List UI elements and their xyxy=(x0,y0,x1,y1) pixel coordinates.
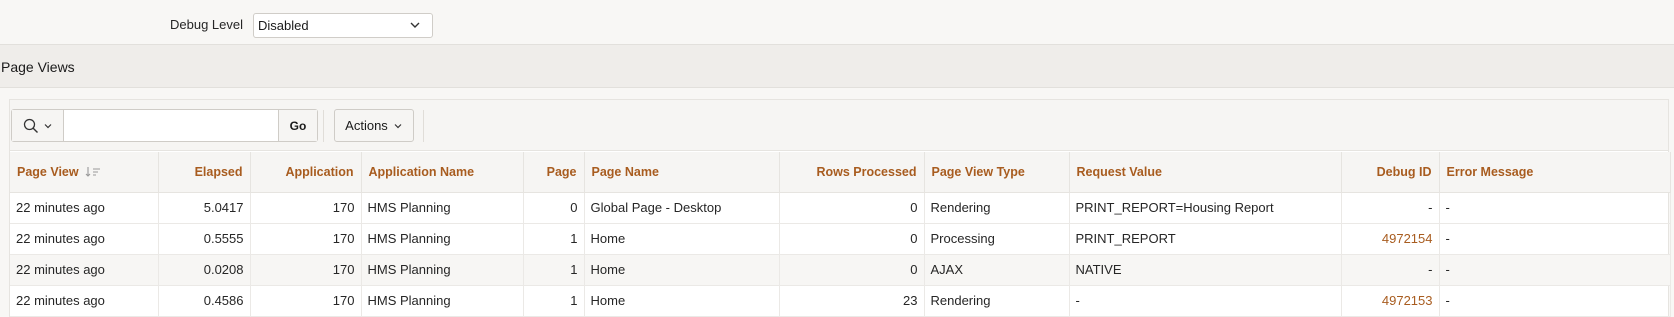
table-row: 22 minutes ago 0.5555 170 HMS Planning 1… xyxy=(10,223,1671,255)
cell-elapsed: 0.5555 xyxy=(158,223,251,255)
cell-page-view: 22 minutes ago xyxy=(10,285,159,317)
column-header-request-value[interactable]: Request Value xyxy=(1069,152,1342,193)
region-header: Page Views xyxy=(0,45,1674,88)
toolbar-divider xyxy=(423,110,424,142)
cell-page: 0 xyxy=(523,192,585,224)
chevron-down-icon xyxy=(44,123,51,128)
cell-page: 1 xyxy=(523,223,585,255)
cell-rows-processed: 0 xyxy=(779,223,925,255)
cell-application-name: HMS Planning xyxy=(361,192,524,224)
cell-page-name: Home xyxy=(584,223,780,255)
table-row: 22 minutes ago 0.0208 170 HMS Planning 1… xyxy=(10,254,1671,286)
cell-page-name: Global Page - Desktop xyxy=(584,192,780,224)
cell-error-message: - xyxy=(1439,192,1671,224)
cell-page: 1 xyxy=(523,254,585,286)
region-title: Page Views xyxy=(1,59,75,75)
cell-elapsed: 5.0417 xyxy=(158,192,251,224)
cell-request-value: NATIVE xyxy=(1069,254,1342,286)
chevron-down-icon xyxy=(394,123,402,128)
cell-page-view: 22 minutes ago xyxy=(10,223,159,255)
chevron-down-icon xyxy=(410,22,420,28)
search-column-button[interactable] xyxy=(12,110,64,141)
page-views-table: Page View Elapsed Application Applicatio… xyxy=(10,152,1671,317)
cell-request-value: PRINT_REPORT=Housing Report xyxy=(1069,192,1342,224)
debug-id-link[interactable]: 4972154 xyxy=(1341,223,1440,255)
column-header-page-view[interactable]: Page View xyxy=(10,152,159,193)
cell-elapsed: 0.4586 xyxy=(158,285,251,317)
actions-label: Actions xyxy=(345,118,388,133)
cell-page-name: Home xyxy=(584,285,780,317)
cell-request-value: PRINT_REPORT xyxy=(1069,223,1342,255)
column-header-page-name[interactable]: Page Name xyxy=(584,152,780,193)
header-row: Page View Elapsed Application Applicatio… xyxy=(10,152,1671,193)
cell-application-name: HMS Planning xyxy=(361,254,524,286)
cell-application: 170 xyxy=(250,285,362,317)
table-row: 22 minutes ago 5.0417 170 HMS Planning 0… xyxy=(10,192,1671,224)
cell-page-view: 22 minutes ago xyxy=(10,254,159,286)
debug-level-select[interactable]: Disabled xyxy=(253,13,433,38)
cell-application-name: HMS Planning xyxy=(361,285,524,317)
cell-error-message: - xyxy=(1439,285,1671,317)
cell-error-message: - xyxy=(1439,254,1671,286)
debug-level-label: Debug Level xyxy=(170,17,243,32)
cell-page: 1 xyxy=(523,285,585,317)
debug-level-value: Disabled xyxy=(258,18,309,33)
cell-application-name: HMS Planning xyxy=(361,223,524,255)
cell-page-view-type: Rendering xyxy=(924,192,1070,224)
cell-elapsed: 0.0208 xyxy=(158,254,251,286)
cell-page-view: 22 minutes ago xyxy=(10,192,159,224)
cell-request-value: - xyxy=(1069,285,1342,317)
cell-error-message: - xyxy=(1439,223,1671,255)
report-toolbar: Go Actions xyxy=(10,100,1668,151)
column-header-error-message[interactable]: Error Message xyxy=(1439,152,1671,193)
column-header-application-name[interactable]: Application Name xyxy=(361,152,524,193)
cell-page-name: Home xyxy=(584,254,780,286)
go-button[interactable]: Go xyxy=(278,110,317,141)
filter-bar: Debug Level Disabled xyxy=(0,0,1674,45)
cell-application: 170 xyxy=(250,254,362,286)
cell-page-view-type: AJAX xyxy=(924,254,1070,286)
cell-application: 170 xyxy=(250,192,362,224)
table-row: 22 minutes ago 0.4586 170 HMS Planning 1… xyxy=(10,285,1671,317)
cell-application: 170 xyxy=(250,223,362,255)
search-icon xyxy=(23,118,38,133)
column-header-page[interactable]: Page xyxy=(523,152,585,193)
column-header-debug-id[interactable]: Debug ID xyxy=(1341,152,1440,193)
cell-page-view-type: Rendering xyxy=(924,285,1070,317)
column-header-page-view-type[interactable]: Page View Type xyxy=(924,152,1070,193)
actions-button[interactable]: Actions xyxy=(334,109,414,142)
column-header-application[interactable]: Application xyxy=(250,152,362,193)
cell-rows-processed: 0 xyxy=(779,192,925,224)
sort-descending-icon xyxy=(85,167,101,178)
debug-id-link[interactable]: 4972153 xyxy=(1341,285,1440,317)
cell-page-view-type: Processing xyxy=(924,223,1070,255)
cell-debug-id: - xyxy=(1341,254,1440,286)
toolbar-divider xyxy=(323,110,324,142)
column-header-rows-processed[interactable]: Rows Processed xyxy=(779,152,925,193)
search-group: Go xyxy=(11,109,318,142)
cell-rows-processed: 23 xyxy=(779,285,925,317)
cell-rows-processed: 0 xyxy=(779,254,925,286)
cell-debug-id: - xyxy=(1341,192,1440,224)
column-header-elapsed[interactable]: Elapsed xyxy=(158,152,251,193)
interactive-report: Go Actions Page View Elapsed Application… xyxy=(9,99,1671,317)
search-input[interactable] xyxy=(64,110,278,141)
